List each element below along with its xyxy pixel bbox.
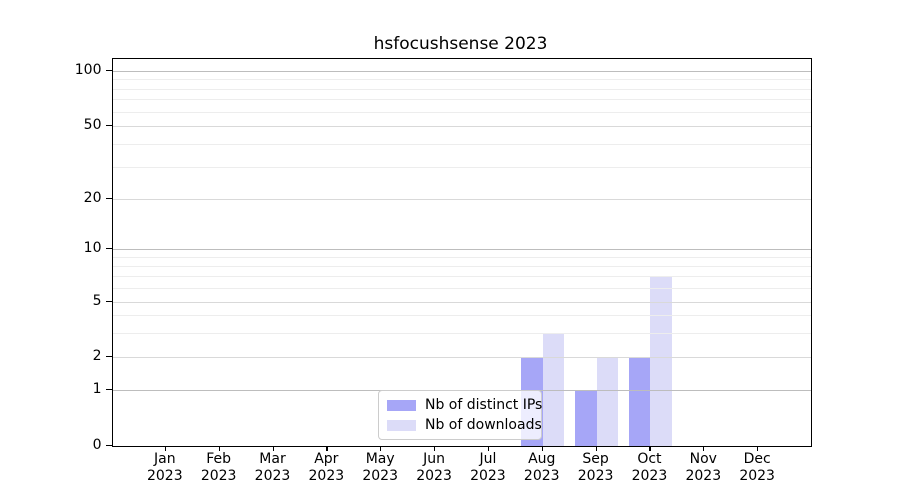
plot-area [111, 58, 812, 447]
legend-label-downloads: Nb of downloads [425, 417, 542, 433]
y-gridline-80 [112, 88, 811, 90]
y-gridline-20 [112, 198, 811, 200]
y-gridline-40 [112, 143, 811, 145]
x-tick-mark-sep [595, 445, 597, 451]
y-gridline-6 [112, 288, 811, 290]
y-gridline-2 [112, 357, 811, 358]
bar-distinct-ips-oct [628, 357, 651, 446]
y-tick-label-1: 1 [92, 381, 102, 397]
legend: Nb of distinct IPs Nb of downloads [378, 390, 542, 440]
y-tick-mark-1 [105, 389, 112, 391]
y-gridline-8 [112, 266, 811, 268]
y-tick-label-50: 50 [83, 117, 102, 134]
x-tick-mark-jul [487, 445, 490, 451]
y-tick-mark-10 [105, 248, 112, 250]
x-tick-mark-may [380, 445, 382, 451]
x-tick-mark-feb [218, 445, 220, 451]
bar-downloads-sep [596, 357, 619, 446]
y-tick-mark-0 [105, 444, 112, 446]
legend-swatch-distinct-ips [387, 399, 416, 411]
legend-item-distinct-ips: Nb of distinct IPs [387, 397, 542, 413]
chart-figure: hsfocushsense 2023 0 1 2 5 10 20 50 100 Jan 2023… [0, 0, 900, 500]
x-tick-label-dec: Dec 2023 [739, 451, 775, 484]
y-gridline-30 [112, 166, 811, 168]
y-gridline-70 [112, 99, 811, 101]
x-tick-mark-nov [703, 445, 705, 451]
y-gridline-9 [112, 257, 811, 259]
y-gridline-50 [112, 126, 811, 128]
y-tick-label-10: 10 [83, 240, 102, 257]
legend-item-downloads: Nb of downloads [387, 417, 542, 433]
x-tick-mark-aug [541, 445, 543, 451]
y-tick-mark-5 [105, 301, 112, 303]
y-tick-mark-2 [105, 356, 112, 358]
y-tick-mark-20 [105, 197, 112, 199]
y-gridline-5 [112, 302, 811, 303]
y-gridline-90 [112, 79, 811, 81]
y-tick-label-20: 20 [83, 189, 102, 206]
x-tick-mark-mar [272, 445, 274, 451]
y-tick-label-100: 100 [74, 62, 102, 78]
legend-label-distinct-ips: Nb of distinct IPs [425, 397, 543, 413]
x-tick-mark-jan [164, 445, 166, 451]
y-gridline-7 [112, 276, 811, 278]
y-tick-mark-100 [105, 70, 112, 72]
chart-title: hsfocushsense 2023 [373, 34, 548, 54]
bar-distinct-ips-sep [575, 390, 597, 446]
x-tick-mark-dec [757, 445, 759, 451]
y-gridline-60 [112, 111, 811, 113]
x-tick-mark-oct [649, 445, 651, 451]
y-gridline-10 [112, 249, 811, 251]
y-tick-label-2: 2 [92, 348, 102, 364]
y-gridline-4 [112, 315, 811, 317]
y-gridline-3 [112, 332, 811, 334]
y-tick-mark-50 [105, 125, 112, 127]
legend-swatch-downloads [387, 419, 416, 431]
x-tick-mark-jun [434, 445, 436, 451]
y-gridline-100 [112, 71, 811, 72]
y-tick-label-0: 0 [92, 436, 102, 453]
y-tick-label-5: 5 [92, 293, 102, 309]
x-tick-mark-apr [326, 445, 328, 451]
